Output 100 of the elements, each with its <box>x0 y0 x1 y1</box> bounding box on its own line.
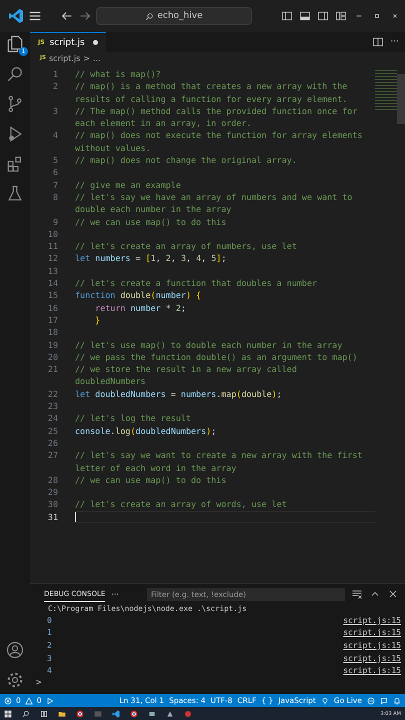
task-view-icon[interactable] <box>40 710 48 718</box>
console-output: 4 <box>47 666 52 676</box>
search-icon <box>145 12 154 20</box>
code-line: // let's say we have an array of numbers and we want to double each number in the array <box>75 190 354 216</box>
code-line: // let's create an array of numbers, use let <box>75 240 297 252</box>
code-line: // give me an example <box>75 178 181 191</box>
code-line: // what is map()? <box>75 68 161 80</box>
line-number: 28 <box>46 474 59 486</box>
line-number: 12 <box>46 252 59 265</box>
split-editor-icon[interactable] <box>372 36 384 48</box>
close-icon[interactable] <box>387 588 399 600</box>
line-number: 31 <box>46 510 59 523</box>
line-number: 2 <box>52 80 59 94</box>
code-line: // we pass the function double() as an argument to map() <box>75 350 358 364</box>
line-number: 3 <box>52 104 59 118</box>
line-number: 8 <box>52 190 59 204</box>
windows-start-icon[interactable] <box>4 710 12 718</box>
secondary-sidebar-icon[interactable] <box>317 10 329 22</box>
debug-icon[interactable] <box>46 696 54 704</box>
vscode-logo-icon <box>8 8 24 24</box>
console-output: 3 <box>47 654 52 663</box>
minimap <box>375 70 397 110</box>
code-line: // The map() method calls the provided function once for each element in an array, in order. <box>75 104 358 130</box>
back-arrow-icon[interactable] <box>60 9 74 23</box>
text-cursor <box>75 512 76 522</box>
more-actions-button[interactable]: ··· <box>390 37 399 47</box>
code-line: // we can use map() to do this <box>75 474 226 486</box>
scrollbar-thumb[interactable] <box>397 74 405 124</box>
code-line: // let's create a function that doubles a number <box>75 277 318 290</box>
source-link[interactable]: script.js:15 <box>343 616 401 625</box>
account-icon[interactable] <box>5 640 25 660</box>
source-link[interactable]: script.js:15 <box>343 666 401 676</box>
browser-icon[interactable] <box>130 710 138 718</box>
search-icon[interactable] <box>22 710 30 718</box>
line-number: 1 <box>52 68 59 80</box>
line-number: 26 <box>46 436 59 450</box>
source-link[interactable]: script.js:15 <box>343 628 401 638</box>
code-line: function double(number) { <box>75 289 202 302</box>
line-number: 7 <box>52 178 59 191</box>
line-number: 24 <box>46 412 59 425</box>
menu-icon[interactable] <box>28 9 42 23</box>
line-number: 6 <box>52 166 59 179</box>
line-number: 19 <box>46 338 59 351</box>
app-icon[interactable] <box>166 710 174 718</box>
settings-icon[interactable] <box>5 670 25 690</box>
code-line: // we can use map() to do this <box>75 216 226 228</box>
line-number: 4 <box>52 129 59 142</box>
line-number: 20 <box>46 350 59 364</box>
warning-icon[interactable] <box>24 696 33 704</box>
unsaved-dot-icon[interactable] <box>93 40 98 45</box>
command-center-search[interactable]: echo_hive <box>96 7 252 25</box>
search-icon[interactable] <box>5 64 25 84</box>
line-number: 22 <box>46 388 59 400</box>
line-number: 30 <box>46 498 59 511</box>
app-icon[interactable] <box>148 710 156 718</box>
app-icon[interactable] <box>184 710 192 718</box>
line-number: 17 <box>46 314 59 326</box>
code-line: let numbers = [1, 2, 3, 4, 5]; <box>75 252 226 265</box>
line-number: 25 <box>46 424 59 437</box>
clear-console-icon[interactable] <box>351 588 363 600</box>
folder-icon[interactable] <box>58 710 66 718</box>
feedback-icon[interactable] <box>380 696 388 704</box>
breadcrumb-item[interactable]: script.js <box>49 54 80 62</box>
layout-icon[interactable] <box>335 10 347 22</box>
console-prompt[interactable]: > <box>36 678 42 688</box>
code-line: // let's log the result <box>75 412 191 425</box>
console-output: 0 <box>47 616 52 625</box>
line-number: 16 <box>46 302 59 314</box>
browser-icon[interactable] <box>76 710 84 718</box>
code-line: // let's say we want to create a new array with the first letter of each word in the array <box>75 449 364 474</box>
files-icon[interactable] <box>5 34 25 54</box>
error-icon[interactable] <box>4 696 12 704</box>
sidebar-toggle-icon[interactable] <box>281 10 293 22</box>
console-output: 2 <box>47 640 52 650</box>
line-number: 9 <box>52 216 59 228</box>
code-line: // map() does not change the original array. <box>75 154 297 166</box>
line-number: 5 <box>52 154 59 166</box>
line-number: 15 <box>46 289 59 302</box>
line-number: 27 <box>46 449 59 462</box>
code-line: // map() is a method that creates a new array with the results of calling a function for every array element. <box>75 80 348 105</box>
line-number: 11 <box>46 240 59 252</box>
tab-label: script.js <box>50 38 85 48</box>
line-number: 18 <box>46 326 59 339</box>
more-button[interactable]: ··· <box>111 590 119 598</box>
code-line: // let's create an array of words, use let <box>75 498 287 511</box>
vscode-icon[interactable] <box>112 710 120 718</box>
line-number: 10 <box>46 228 59 240</box>
panel-toggle-icon[interactable] <box>299 10 311 22</box>
bell-icon[interactable] <box>393 696 401 704</box>
code-line: // map() does not execute the function for array elements without values. <box>75 129 364 154</box>
console-output: 1 <box>47 628 52 638</box>
line-number: 21 <box>46 363 59 376</box>
forward-arrow-icon[interactable] <box>78 9 92 23</box>
code-line: let doubledNumbers = numbers.map(double); <box>75 388 282 400</box>
line-number: 29 <box>46 486 59 498</box>
breadcrumb-item[interactable]: ... <box>92 54 101 62</box>
breadcrumb-separator: > <box>83 54 90 62</box>
source-link[interactable]: script.js:15 <box>343 640 401 650</box>
line-number: 13 <box>46 264 59 278</box>
source-link[interactable]: script.js:15 <box>343 654 401 663</box>
